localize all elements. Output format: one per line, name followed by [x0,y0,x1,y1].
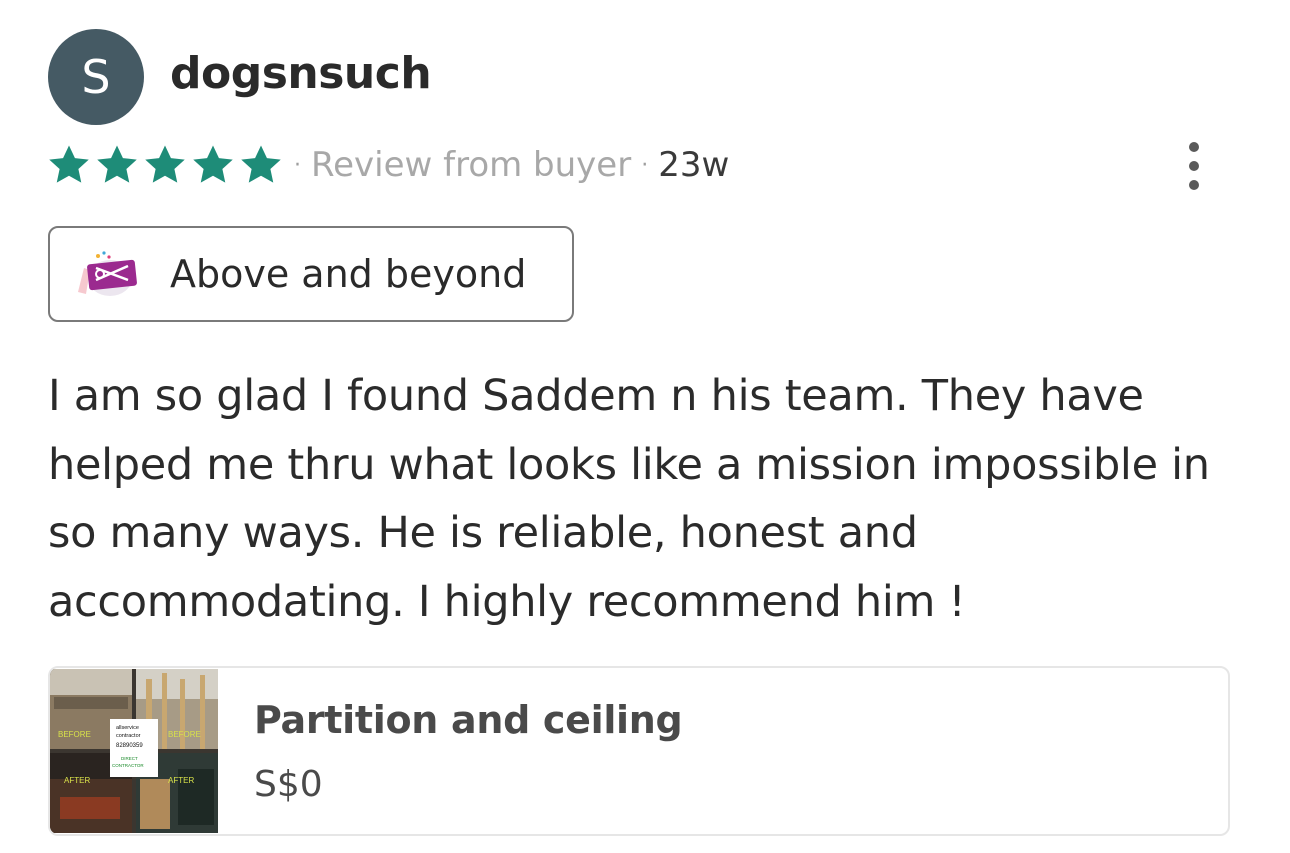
badge-label: Above and beyond [170,252,527,296]
item-title: Partition and ceiling [254,697,683,742]
star-icon [49,145,89,183]
after-label: AFTER [168,776,194,785]
before-label: BEFORE [168,730,201,739]
meta-separator: · [641,152,649,178]
review-card: S dogsnsuch · Review from buyer · 23w Ab… [0,0,1290,853]
meta-separator: · [294,152,301,178]
sign-text: contractor [116,733,141,739]
item-price: S$0 [254,763,323,805]
sign-text: CONTRACTOR [112,763,144,768]
item-thumbnail: BEFORE BEFORE AFTER AFTER allservice con… [50,669,218,833]
sign-text: DIRECT [121,756,138,761]
review-source: Review from buyer [311,145,632,185]
sign-text: allservice [116,725,139,731]
gift-card-icon [78,251,137,296]
item-info: Partition and ceiling S$0 [218,697,683,805]
star-icon [97,145,137,183]
avatar-letter: S [81,50,111,104]
reviewed-item-card[interactable]: BEFORE BEFORE AFTER AFTER allservice con… [48,666,1230,836]
review-time: 23w [658,145,730,185]
compliment-badge: Above and beyond [48,226,574,322]
more-vertical-icon [1189,142,1199,152]
avatar[interactable]: S [48,29,144,125]
star-icon [193,145,233,183]
star-icon [241,145,281,183]
star-rating [46,142,284,188]
review-body: I am so glad I found Saddem n his team. … [48,371,1210,627]
sign-text: 82890359 [116,743,143,749]
before-label: BEFORE [58,730,91,739]
review-meta-row: · Review from buyer · 23w [46,140,729,190]
more-options-button[interactable] [1174,140,1214,192]
star-icon [145,145,185,183]
after-label: AFTER [64,776,90,785]
reviewer-username[interactable]: dogsnsuch [170,48,432,99]
